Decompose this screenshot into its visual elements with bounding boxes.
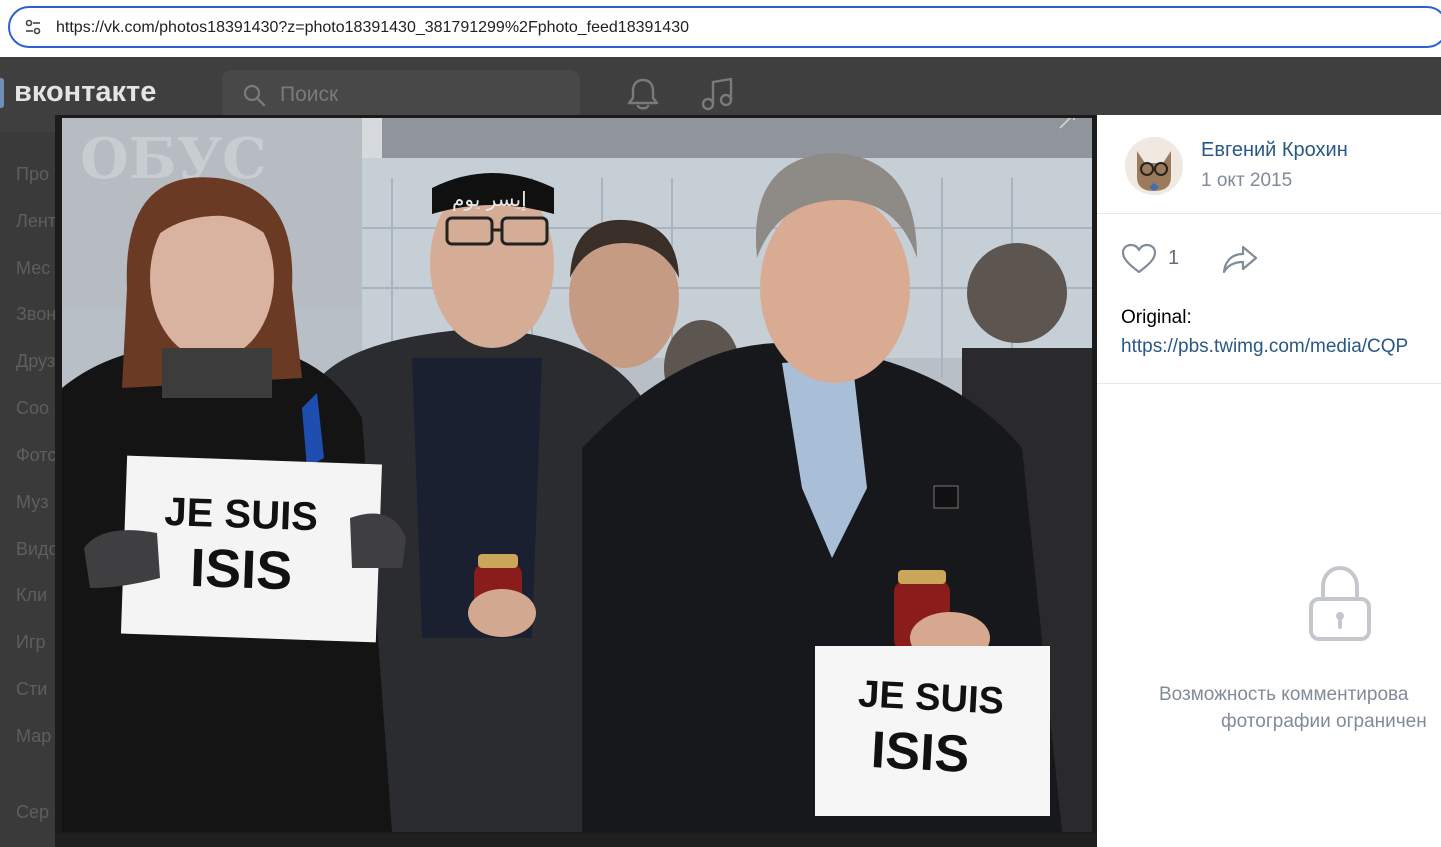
lock-icon — [1309, 565, 1371, 641]
sidebar-item[interactable]: Мес — [16, 258, 50, 279]
sidebar-item[interactable]: Сти — [16, 679, 47, 700]
divider — [1097, 383, 1441, 384]
share-icon[interactable] — [1221, 243, 1259, 275]
search-placeholder: Поиск — [280, 83, 339, 106]
cat-avatar-icon — [1125, 137, 1183, 195]
site-info-icon[interactable] — [24, 18, 42, 36]
sidebar-item[interactable]: Друз — [16, 351, 55, 372]
sidebar-item[interactable]: Кли — [16, 585, 47, 606]
sidebar-item[interactable]: Про — [16, 164, 49, 185]
expand-icon[interactable] — [1058, 118, 1076, 130]
sidebar-item[interactable]: Муз — [16, 492, 48, 513]
sidebar-item[interactable]: Видо — [16, 539, 58, 560]
like-button[interactable]: 1 — [1121, 243, 1191, 277]
sidebar-item[interactable]: Лент — [16, 211, 56, 232]
modal-bottom-edge — [55, 834, 1097, 847]
sidebar-item[interactable]: Игр — [16, 632, 46, 653]
sidebar-item[interactable]: Сер — [16, 802, 49, 823]
vk-logo-text: вконтакте — [14, 76, 157, 108]
browser-toolbar: https://vk.com/photos18391430?z=photo183… — [0, 0, 1441, 57]
heart-icon — [1121, 243, 1157, 274]
vk-sidebar: Про Лент Мес Звон Друз Соо Фото Муз Видо… — [0, 150, 58, 847]
sidebar-item[interactable]: Фото — [16, 445, 57, 466]
vk-search-field[interactable]: Поиск — [222, 70, 580, 120]
sidebar-item[interactable]: Мар — [16, 726, 51, 747]
vk-logo-icon — [0, 78, 4, 109]
address-bar[interactable]: https://vk.com/photos18391430?z=photo183… — [8, 6, 1441, 48]
author-avatar[interactable] — [1125, 137, 1183, 195]
author-name-link[interactable]: Евгений Крохин — [1201, 139, 1348, 162]
headband-text: ﺇﻳﺴﺮ ﻳﻮﻡ — [452, 187, 527, 212]
comments-restricted-line2: фотографии ограничен — [1221, 711, 1427, 732]
music-icon[interactable] — [700, 76, 736, 112]
sign-left-line2: ISIS — [189, 538, 293, 602]
photo-description-label: Original: — [1121, 307, 1192, 328]
bell-icon[interactable] — [626, 76, 660, 112]
comments-restricted-line1: Возможность комментирова — [1159, 684, 1409, 705]
photo-description-link[interactable]: https://pbs.twimg.com/media/CQP — [1121, 336, 1408, 358]
sign-right-line1: JE SUIS — [857, 673, 1005, 723]
like-count: 1 — [1168, 247, 1180, 269]
sign-right-line2: ISIS — [870, 721, 971, 784]
post-date[interactable]: 1 окт 2015 — [1201, 170, 1292, 192]
url-text[interactable]: https://vk.com/photos18391430?z=photo183… — [56, 19, 689, 37]
vk-logo[interactable]: вконтакте — [0, 76, 156, 109]
photo-viewer-modal: ОБУС ﺇﻳﺴﺮ ﻳﻮﻡ JE SUIS ISIS JE SUIS ISIS … — [55, 115, 1441, 847]
search-icon — [243, 84, 266, 107]
photo-image: ОБУС ﺇﻳﺴﺮ ﻳﻮﻡ JE SUIS ISIS JE SUIS ISIS — [62, 118, 1092, 832]
divider — [1097, 213, 1441, 214]
sign-left-line1: JE SUIS — [164, 490, 319, 539]
sidebar-item[interactable]: Звон — [16, 304, 56, 325]
sidebar-item[interactable]: Соо — [16, 398, 49, 419]
photo-info-panel: Евгений Крохин 1 окт 2015 1 Original: ht… — [1097, 115, 1441, 847]
photo[interactable]: ОБУС ﺇﻳﺴﺮ ﻳﻮﻡ JE SUIS ISIS JE SUIS ISIS — [62, 118, 1092, 832]
